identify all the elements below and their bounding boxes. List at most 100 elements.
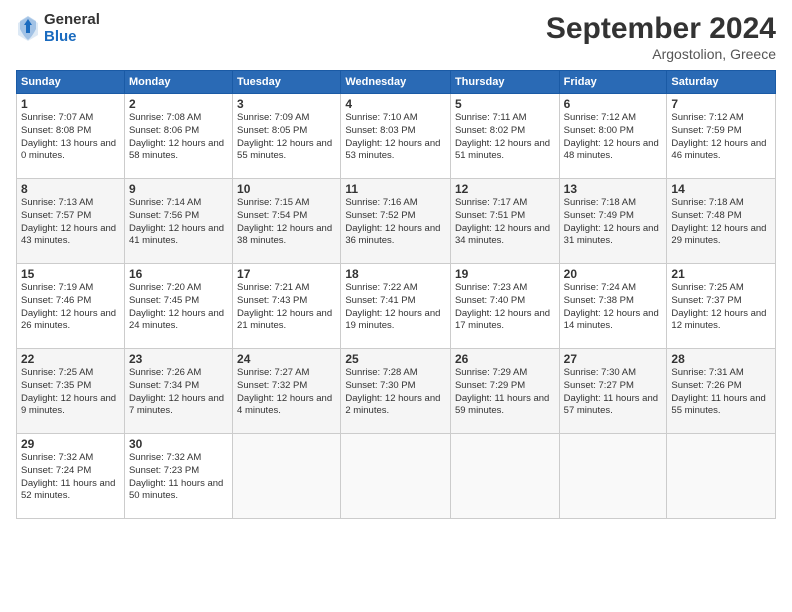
day-info: Sunrise: 7:26 AMSunset: 7:34 PMDaylight:… <box>129 367 224 416</box>
day-number: 18 <box>345 267 446 281</box>
logo-text: General Blue <box>44 12 100 45</box>
day-info: Sunrise: 7:18 AMSunset: 7:48 PMDaylight:… <box>671 197 766 246</box>
day-number: 25 <box>345 352 446 366</box>
calendar: SundayMondayTuesdayWednesdayThursdayFrid… <box>16 70 776 519</box>
day-number: 10 <box>237 182 336 196</box>
title-block: September 2024 Argostolion, Greece <box>546 12 776 62</box>
calendar-week-row: 29Sunrise: 7:32 AMSunset: 7:24 PMDayligh… <box>17 434 776 519</box>
day-info: Sunrise: 7:24 AMSunset: 7:38 PMDaylight:… <box>564 282 659 331</box>
day-info: Sunrise: 7:12 AMSunset: 8:00 PMDaylight:… <box>564 112 659 161</box>
calendar-cell: 12Sunrise: 7:17 AMSunset: 7:51 PMDayligh… <box>450 179 559 264</box>
day-info: Sunrise: 7:20 AMSunset: 7:45 PMDaylight:… <box>129 282 224 331</box>
calendar-cell: 24Sunrise: 7:27 AMSunset: 7:32 PMDayligh… <box>233 349 341 434</box>
day-info: Sunrise: 7:32 AMSunset: 7:23 PMDaylight:… <box>129 452 223 501</box>
calendar-cell: 19Sunrise: 7:23 AMSunset: 7:40 PMDayligh… <box>450 264 559 349</box>
day-info: Sunrise: 7:16 AMSunset: 7:52 PMDaylight:… <box>345 197 440 246</box>
calendar-cell: 2Sunrise: 7:08 AMSunset: 8:06 PMDaylight… <box>124 94 232 179</box>
day-number: 11 <box>345 182 446 196</box>
day-number: 6 <box>564 97 663 111</box>
calendar-cell: 20Sunrise: 7:24 AMSunset: 7:38 PMDayligh… <box>559 264 667 349</box>
day-number: 15 <box>21 267 120 281</box>
location: Argostolion, Greece <box>546 46 776 62</box>
header: General Blue September 2024 Argostolion,… <box>16 12 776 62</box>
day-number: 21 <box>671 267 771 281</box>
calendar-cell: 15Sunrise: 7:19 AMSunset: 7:46 PMDayligh… <box>17 264 125 349</box>
day-info: Sunrise: 7:19 AMSunset: 7:46 PMDaylight:… <box>21 282 116 331</box>
day-number: 4 <box>345 97 446 111</box>
day-info: Sunrise: 7:17 AMSunset: 7:51 PMDaylight:… <box>455 197 550 246</box>
day-number: 7 <box>671 97 771 111</box>
calendar-cell <box>559 434 667 519</box>
calendar-cell <box>450 434 559 519</box>
day-info: Sunrise: 7:15 AMSunset: 7:54 PMDaylight:… <box>237 197 332 246</box>
day-info: Sunrise: 7:14 AMSunset: 7:56 PMDaylight:… <box>129 197 224 246</box>
day-number: 29 <box>21 437 120 451</box>
calendar-cell: 30Sunrise: 7:32 AMSunset: 7:23 PMDayligh… <box>124 434 232 519</box>
day-number: 19 <box>455 267 555 281</box>
day-number: 20 <box>564 267 663 281</box>
calendar-header-wednesday: Wednesday <box>341 71 451 94</box>
day-number: 8 <box>21 182 120 196</box>
calendar-cell: 13Sunrise: 7:18 AMSunset: 7:49 PMDayligh… <box>559 179 667 264</box>
calendar-cell: 22Sunrise: 7:25 AMSunset: 7:35 PMDayligh… <box>17 349 125 434</box>
day-info: Sunrise: 7:08 AMSunset: 8:06 PMDaylight:… <box>129 112 224 161</box>
calendar-cell: 8Sunrise: 7:13 AMSunset: 7:57 PMDaylight… <box>17 179 125 264</box>
calendar-cell: 21Sunrise: 7:25 AMSunset: 7:37 PMDayligh… <box>667 264 776 349</box>
day-info: Sunrise: 7:22 AMSunset: 7:41 PMDaylight:… <box>345 282 440 331</box>
calendar-header-monday: Monday <box>124 71 232 94</box>
calendar-cell: 25Sunrise: 7:28 AMSunset: 7:30 PMDayligh… <box>341 349 451 434</box>
calendar-cell: 27Sunrise: 7:30 AMSunset: 7:27 PMDayligh… <box>559 349 667 434</box>
day-info: Sunrise: 7:21 AMSunset: 7:43 PMDaylight:… <box>237 282 332 331</box>
calendar-cell <box>341 434 451 519</box>
calendar-header-sunday: Sunday <box>17 71 125 94</box>
calendar-cell: 5Sunrise: 7:11 AMSunset: 8:02 PMDaylight… <box>450 94 559 179</box>
day-number: 9 <box>129 182 228 196</box>
day-number: 26 <box>455 352 555 366</box>
calendar-cell: 6Sunrise: 7:12 AMSunset: 8:00 PMDaylight… <box>559 94 667 179</box>
day-number: 14 <box>671 182 771 196</box>
calendar-header-friday: Friday <box>559 71 667 94</box>
calendar-cell <box>233 434 341 519</box>
day-info: Sunrise: 7:23 AMSunset: 7:40 PMDaylight:… <box>455 282 550 331</box>
page: General Blue September 2024 Argostolion,… <box>0 0 792 612</box>
calendar-header-tuesday: Tuesday <box>233 71 341 94</box>
calendar-week-row: 8Sunrise: 7:13 AMSunset: 7:57 PMDaylight… <box>17 179 776 264</box>
calendar-cell: 29Sunrise: 7:32 AMSunset: 7:24 PMDayligh… <box>17 434 125 519</box>
day-info: Sunrise: 7:12 AMSunset: 7:59 PMDaylight:… <box>671 112 766 161</box>
day-number: 5 <box>455 97 555 111</box>
calendar-cell: 1Sunrise: 7:07 AMSunset: 8:08 PMDaylight… <box>17 94 125 179</box>
calendar-week-row: 22Sunrise: 7:25 AMSunset: 7:35 PMDayligh… <box>17 349 776 434</box>
day-info: Sunrise: 7:07 AMSunset: 8:08 PMDaylight:… <box>21 112 116 161</box>
day-number: 3 <box>237 97 336 111</box>
day-number: 16 <box>129 267 228 281</box>
day-info: Sunrise: 7:25 AMSunset: 7:37 PMDaylight:… <box>671 282 766 331</box>
day-info: Sunrise: 7:10 AMSunset: 8:03 PMDaylight:… <box>345 112 440 161</box>
calendar-week-row: 15Sunrise: 7:19 AMSunset: 7:46 PMDayligh… <box>17 264 776 349</box>
day-info: Sunrise: 7:11 AMSunset: 8:02 PMDaylight:… <box>455 112 550 161</box>
logo: General Blue <box>16 12 100 45</box>
day-info: Sunrise: 7:13 AMSunset: 7:57 PMDaylight:… <box>21 197 116 246</box>
calendar-header-thursday: Thursday <box>450 71 559 94</box>
day-number: 23 <box>129 352 228 366</box>
day-number: 17 <box>237 267 336 281</box>
calendar-cell: 28Sunrise: 7:31 AMSunset: 7:26 PMDayligh… <box>667 349 776 434</box>
day-info: Sunrise: 7:31 AMSunset: 7:26 PMDaylight:… <box>671 367 765 416</box>
calendar-week-row: 1Sunrise: 7:07 AMSunset: 8:08 PMDaylight… <box>17 94 776 179</box>
calendar-cell: 11Sunrise: 7:16 AMSunset: 7:52 PMDayligh… <box>341 179 451 264</box>
calendar-cell: 26Sunrise: 7:29 AMSunset: 7:29 PMDayligh… <box>450 349 559 434</box>
day-number: 2 <box>129 97 228 111</box>
day-info: Sunrise: 7:29 AMSunset: 7:29 PMDaylight:… <box>455 367 549 416</box>
calendar-cell: 16Sunrise: 7:20 AMSunset: 7:45 PMDayligh… <box>124 264 232 349</box>
calendar-cell <box>667 434 776 519</box>
calendar-cell: 18Sunrise: 7:22 AMSunset: 7:41 PMDayligh… <box>341 264 451 349</box>
logo-general: General <box>44 12 100 29</box>
day-number: 13 <box>564 182 663 196</box>
day-info: Sunrise: 7:18 AMSunset: 7:49 PMDaylight:… <box>564 197 659 246</box>
day-number: 27 <box>564 352 663 366</box>
day-number: 12 <box>455 182 555 196</box>
day-info: Sunrise: 7:25 AMSunset: 7:35 PMDaylight:… <box>21 367 116 416</box>
logo-icon <box>16 15 40 43</box>
day-number: 22 <box>21 352 120 366</box>
day-number: 1 <box>21 97 120 111</box>
day-info: Sunrise: 7:30 AMSunset: 7:27 PMDaylight:… <box>564 367 658 416</box>
